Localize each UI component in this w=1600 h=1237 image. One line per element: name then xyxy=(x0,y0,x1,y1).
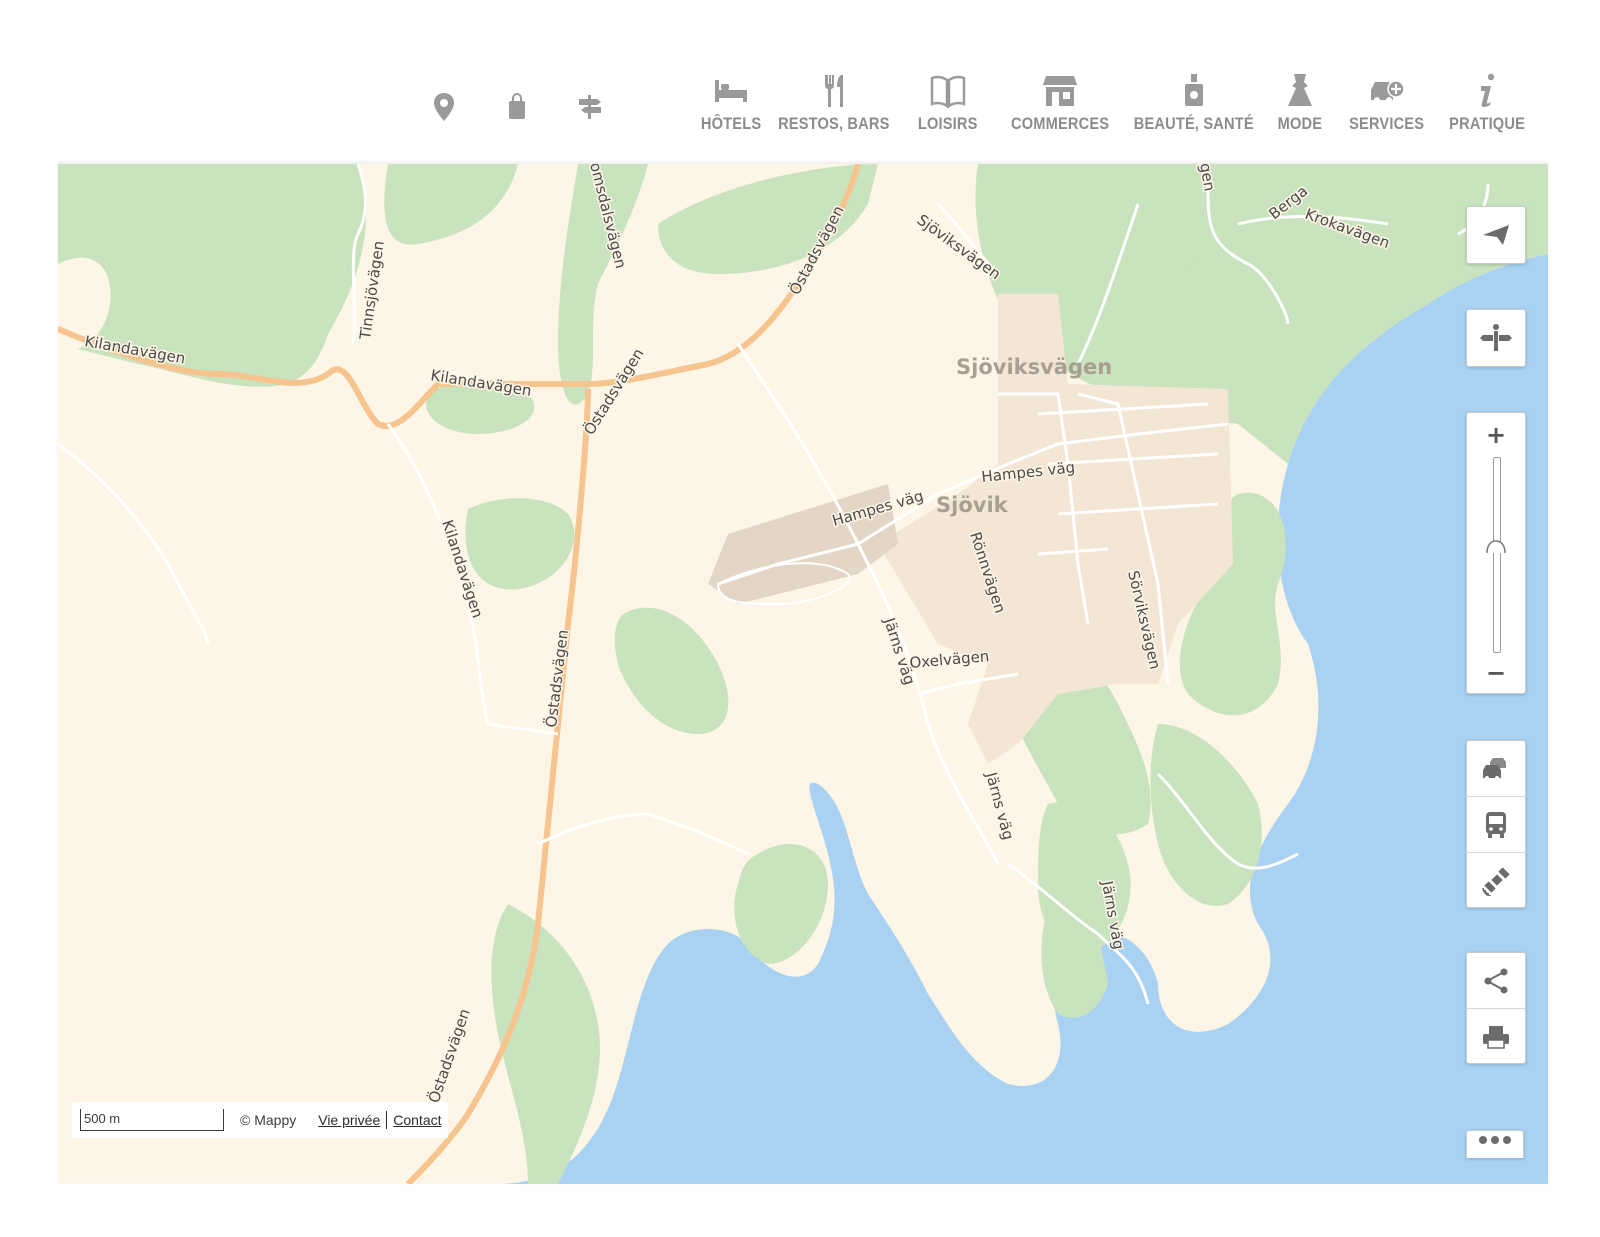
satellite-icon xyxy=(1482,866,1510,896)
public-transport-layer-button[interactable] xyxy=(1467,797,1525,853)
directions-signpost-icon xyxy=(1480,324,1512,351)
locate-button[interactable] xyxy=(1466,206,1526,264)
map-canvas[interactable]: Sjöviksvägen Sjövik Kilandavägen Kilanda… xyxy=(58,164,1548,1184)
signpost-icon[interactable] xyxy=(573,90,607,124)
map-footer: 500 m © Mappy Vie privée Contact xyxy=(72,1102,448,1138)
category-label: HÔTELS xyxy=(700,114,762,133)
dress-icon xyxy=(1288,74,1312,106)
traffic-cars-icon xyxy=(1483,757,1506,780)
scale-label: 500 m xyxy=(84,1111,121,1126)
zoom-out-button[interactable]: − xyxy=(1467,653,1525,693)
contact-link[interactable]: Contact xyxy=(393,1112,441,1128)
navigation-arrow-icon xyxy=(1483,225,1509,245)
category-label: LOISIRS xyxy=(918,114,978,133)
more-dots-icon xyxy=(1479,1136,1511,1144)
category-label: SERVICES xyxy=(1349,114,1425,133)
directions-button[interactable] xyxy=(1466,309,1526,367)
category-loisirs[interactable]: LOISIRS xyxy=(908,72,988,142)
copyright-text: © Mappy xyxy=(240,1112,297,1128)
car-plus-icon xyxy=(1371,80,1405,103)
footer-separator xyxy=(386,1111,388,1129)
fork-knife-icon xyxy=(825,75,843,107)
layers-control xyxy=(1466,740,1526,908)
location-pin-icon[interactable] xyxy=(427,90,461,124)
place-label: Sjövik xyxy=(936,493,1009,517)
zoom-slider-track[interactable] xyxy=(1493,457,1501,653)
place-label: Sjöviksvägen xyxy=(956,355,1112,379)
category-label: COMMERCES xyxy=(1010,114,1110,133)
zoom-in-button[interactable]: + xyxy=(1467,415,1525,455)
top-navigation: HÔTELS RESTOS, BARS LOISIRS COMMERCES BE… xyxy=(0,0,1600,160)
category-label: RESTOS, BARS xyxy=(778,114,890,133)
zoom-slider-handle[interactable] xyxy=(1486,540,1506,554)
category-pratique[interactable]: PRATIQUE xyxy=(1442,72,1532,142)
category-commerces[interactable]: COMMERCES xyxy=(1005,72,1115,142)
category-restos-bars[interactable]: RESTOS, BARS xyxy=(775,72,893,142)
scale-bar: 500 m xyxy=(80,1109,224,1131)
info-icon xyxy=(1481,73,1495,108)
traffic-layer-button[interactable] xyxy=(1467,741,1525,797)
print-button[interactable] xyxy=(1467,1009,1525,1064)
category-label: BEAUTÉ, SANTÉ xyxy=(1133,114,1255,133)
category-services[interactable]: SERVICES xyxy=(1340,72,1434,142)
shop-icon xyxy=(1043,76,1077,106)
open-book-icon xyxy=(930,75,966,109)
category-beaute-sante[interactable]: BEAUTÉ, SANTÉ xyxy=(1130,72,1258,142)
printer-icon xyxy=(1483,1025,1509,1049)
category-hotels[interactable]: HÔTELS xyxy=(695,72,767,142)
share-icon xyxy=(1484,968,1508,993)
zoom-control: + − xyxy=(1466,412,1526,694)
shopping-bag-icon[interactable] xyxy=(500,90,534,124)
satellite-layer-button[interactable] xyxy=(1467,853,1525,908)
perfume-bottle-icon xyxy=(1185,74,1203,106)
more-button[interactable] xyxy=(1466,1130,1524,1158)
public-transport-bus-icon xyxy=(1486,811,1506,838)
bed-icon xyxy=(715,80,747,102)
privacy-link[interactable]: Vie privée xyxy=(318,1112,380,1128)
category-mode[interactable]: MODE xyxy=(1268,72,1332,142)
share-print-control xyxy=(1466,952,1526,1064)
category-label: PRATIQUE xyxy=(1449,114,1525,133)
category-label: MODE xyxy=(1277,114,1323,133)
share-button[interactable] xyxy=(1467,953,1525,1009)
map-tiles: Sjöviksvägen Sjövik Kilandavägen Kilanda… xyxy=(58,164,1548,1184)
